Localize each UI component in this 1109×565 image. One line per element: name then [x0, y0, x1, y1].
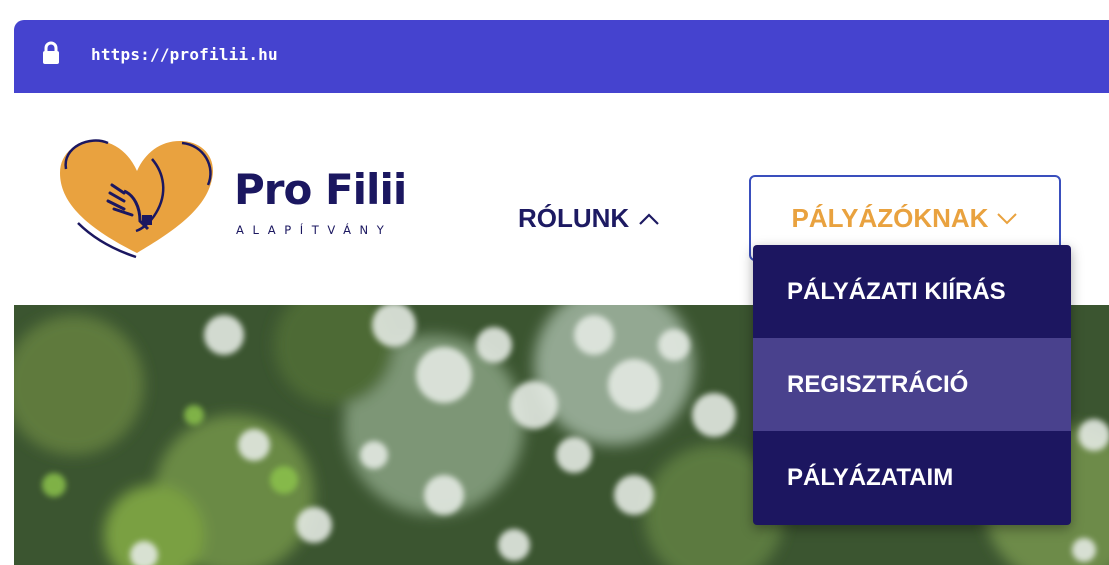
dropdown-item-regisztracio[interactable]: REGISZTRÁCIÓ [753, 338, 1071, 431]
browser-window: https://profilii.hu Pro Filii ALAPÍTVÁNY… [14, 20, 1109, 565]
dropdown-item-palyazati-kiiras[interactable]: PÁLYÁZATI KIÍRÁS [753, 245, 1071, 338]
palyazoknak-dropdown-menu: PÁLYÁZATI KIÍRÁS REGISZTRÁCIÓ PÁLYÁZATAI… [753, 245, 1071, 525]
lock-icon [43, 41, 59, 64]
logo-subtitle: ALAPÍTVÁNY [236, 223, 393, 237]
dropdown-item-label: PÁLYÁZATI KIÍRÁS [787, 277, 1006, 305]
heart-hands-logo-icon [60, 139, 213, 259]
chevron-down-icon [997, 213, 1018, 225]
url-text[interactable]: https://profilii.hu [91, 45, 278, 64]
nav-item-label: RÓLUNK [518, 203, 630, 233]
logo-name: Pro Filii [234, 165, 407, 214]
dropdown-item-label: PÁLYÁZATAIM [787, 463, 954, 491]
address-bar[interactable]: https://profilii.hu [14, 20, 1109, 93]
nav-item-label: PÁLYÁZÓKNAK [791, 202, 989, 233]
chevron-up-icon [639, 212, 659, 225]
dropdown-item-palyazataim[interactable]: PÁLYÁZATAIM [753, 431, 1071, 524]
nav-item-rolunk[interactable]: RÓLUNK [518, 203, 661, 234]
dropdown-item-label: REGISZTRÁCIÓ [787, 370, 969, 398]
